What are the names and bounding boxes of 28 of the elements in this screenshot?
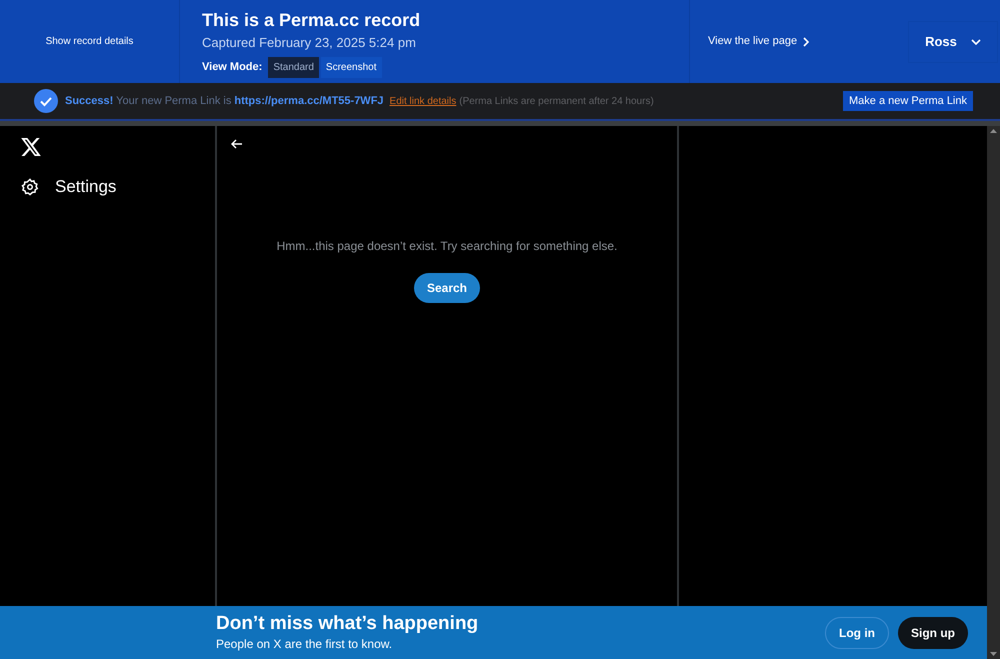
view-mode-tab[interactable]: Standard xyxy=(268,56,319,78)
x-logo-icon xyxy=(21,138,41,156)
capture-date: Captured February 23, 2025 5:24 pm xyxy=(202,34,417,52)
banner-title: Don’t miss what’s happening xyxy=(216,612,478,634)
chevron-down-icon xyxy=(970,38,981,44)
sidebar-item[interactable]: Settings xyxy=(21,174,215,200)
view-mode-label: View Mode: xyxy=(202,60,262,75)
gear-icon xyxy=(21,178,39,196)
not-found-message: Hmm...this page doesn’t exist. Try searching for something else. xyxy=(276,238,618,255)
search-button[interactable]: Search xyxy=(414,273,480,303)
signup-button[interactable]: Sign up xyxy=(898,616,968,648)
check-circle-icon xyxy=(34,89,58,113)
new-perma-link-button[interactable]: Make a new Perma Link xyxy=(843,90,973,112)
scrollbar[interactable] xyxy=(987,126,1000,659)
user-menu-button[interactable]: Ross xyxy=(908,20,998,62)
show-record-details-link[interactable]: Show record details xyxy=(46,34,134,49)
banner-subtitle: People on X are the first to know. xyxy=(216,636,394,652)
scroll-down-icon[interactable] xyxy=(990,652,997,656)
success-message: Success! Your new Perma Link is https://perma.cc/MT55-7WFJ xyxy=(65,94,384,109)
view-live-page-link[interactable]: View the live page xyxy=(708,33,810,50)
view-mode-tab[interactable]: Screenshot xyxy=(320,56,382,78)
chevron-right-icon xyxy=(803,36,810,46)
login-button[interactable]: Log in xyxy=(825,616,889,648)
back-arrow-icon[interactable] xyxy=(231,139,243,149)
edit-link-details-link[interactable]: Edit link details xyxy=(390,94,456,108)
permanence-note: (Perma Links are permanent after 24 hours) xyxy=(459,94,654,108)
scroll-up-icon[interactable] xyxy=(990,129,997,133)
record-title: This is a Perma.cc record xyxy=(202,10,422,30)
